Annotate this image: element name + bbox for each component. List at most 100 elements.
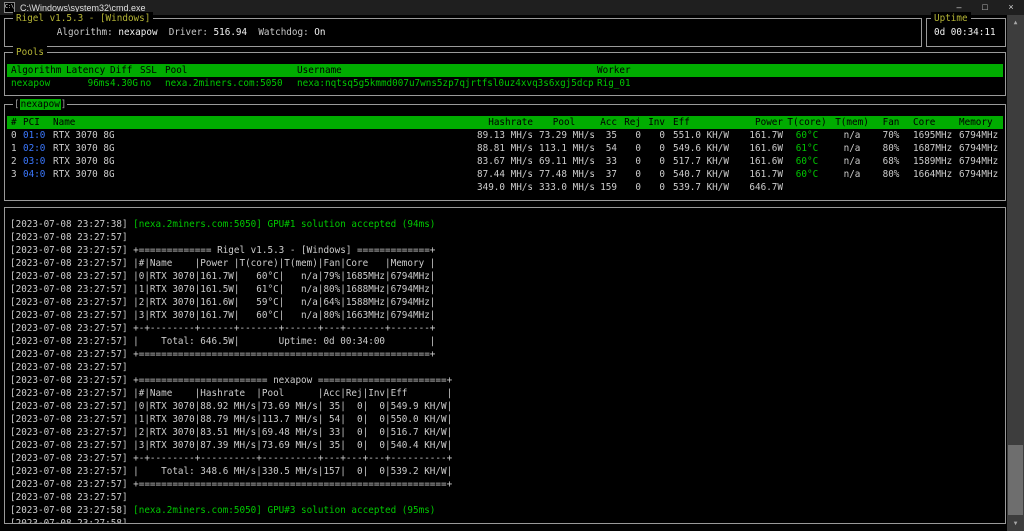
driver-label: Driver:: [158, 27, 214, 38]
log-timestamp: [2023-07-08 23:27:57]: [10, 297, 128, 308]
scroll-down-icon[interactable]: ▼: [1007, 516, 1024, 531]
gpu-cell-eff: 517.7 KH/W: [665, 155, 735, 168]
gpu-cell-core: 1589MHz: [909, 155, 955, 168]
algorithm-label: Algorithm:: [57, 27, 119, 38]
log-message: |0|RTX 3070|88.92 MH/s|73.69 MH/s| 35| 0…: [128, 401, 453, 412]
gpu-total-hashrate: 349.0 MH/s: [473, 181, 533, 194]
gpu-cell-eff: 549.6 KH/W: [665, 142, 735, 155]
log-line: [2023-07-08 23:27:57] +============= Rig…: [10, 244, 1005, 257]
gpu-total-core: [909, 181, 955, 194]
log-timestamp: [2023-07-08 23:27:57]: [10, 479, 128, 490]
log-message: |1|RTX 3070|88.79 MH/s|113.7 MH/s| 54| 0…: [128, 414, 453, 425]
log-line: [2023-07-08 23:27:57] +-+--------+------…: [10, 452, 1005, 465]
gpu-cell-memory: 6794MHz: [955, 129, 1003, 142]
gpu-col-tcore: T(core): [783, 116, 831, 129]
gpu-col-fan: Fan: [873, 116, 909, 129]
gpu-cell-memory: 6794MHz: [955, 155, 1003, 168]
gpu-col-pool: Pool: [533, 116, 595, 129]
gpu-col-pci: PCI: [23, 116, 53, 129]
gpu-cell-pool: 73.29 MH/s: [533, 129, 595, 142]
gpu-col-memory: Memory: [955, 116, 1003, 129]
terminal[interactable]: Rigel v1.5.3 - [Windows] Algorithm: nexa…: [0, 15, 1024, 531]
gpu-cell-rej: 0: [617, 142, 641, 155]
algorithm-value: nexapow: [118, 27, 157, 38]
log-timestamp: [2023-07-08 23:27:38]: [10, 219, 128, 230]
gpu-cell-eff: 540.7 KH/W: [665, 168, 735, 181]
log-message: | Total: 646.5W| Uptime: 0d 00:34:00 |: [128, 336, 436, 347]
log-line: [2023-07-08 23:27:57] | Total: 348.6 MH/…: [10, 465, 1005, 478]
scrollbar[interactable]: ▲ ▼: [1007, 15, 1024, 531]
gpu-total-tmem: [831, 181, 873, 194]
gpu-cell-rej: 0: [617, 129, 641, 142]
log-line: [2023-07-08 23:27:57] |2|RTX 3070|161.6W…: [10, 296, 1005, 309]
gpu-row: 304:0RTX 3070 8G87.44 MH/s77.48 MH/s3700…: [7, 168, 1003, 181]
log-message: |2|RTX 3070|161.6W| 59°C| n/a|64%|1588MH…: [128, 297, 436, 308]
gpu-cell-rej: 0: [617, 168, 641, 181]
log-line: [2023-07-08 23:27:57]: [10, 231, 1005, 244]
scroll-thumb[interactable]: [1008, 445, 1023, 515]
gpu-row: 001:0RTX 3070 8G89.13 MH/s73.29 MH/s3500…: [7, 129, 1003, 142]
gpu-col-core: Core: [909, 116, 955, 129]
rigel-panel-title: Rigel v1.5.3 - [Windows]: [13, 12, 153, 25]
gpu-cell-power: 161.7W: [735, 168, 783, 181]
gpu-cell-tcore: 60°C: [783, 129, 831, 142]
gpu-cell-pci: 01:0: [23, 129, 53, 142]
gpu-col-eff: Eff: [665, 116, 735, 129]
gpu-cell-inv: 0: [641, 155, 665, 168]
gpu-cell-tmem: n/a: [831, 129, 873, 142]
maximize-icon[interactable]: □: [972, 0, 998, 15]
log-timestamp: [2023-07-08 23:27:57]: [10, 362, 128, 373]
gpu-rows: 001:0RTX 3070 8G89.13 MH/s73.29 MH/s3500…: [7, 129, 1003, 181]
log-line: [2023-07-08 23:27:58]: [10, 517, 1005, 524]
log-timestamp: [2023-07-08 23:27:57]: [10, 375, 128, 386]
log-line: [2023-07-08 23:27:57] |#|Name |Hashrate …: [10, 387, 1005, 400]
gpu-cell-fan: 68%: [873, 155, 909, 168]
gpu-cell-tcore: 60°C: [783, 168, 831, 181]
gpu-col-acc: Acc: [595, 116, 617, 129]
gpu-header-row: # PCI Name Hashrate Pool Acc Rej Inv Eff…: [7, 116, 1003, 129]
log-lines: [2023-07-08 23:27:38] [nexa.2miners.com:…: [10, 218, 1005, 524]
algorithm-tab: [nexapow]: [13, 98, 67, 111]
log-line: [2023-07-08 23:27:57] |0|RTX 3070|161.7W…: [10, 270, 1005, 283]
gpu-cell-tcore: 61°C: [783, 142, 831, 155]
log-message: |#|Name |Hashrate |Pool |Acc|Rej|Inv|Eff…: [128, 388, 453, 399]
gpu-cell-inv: 0: [641, 168, 665, 181]
log-line: [2023-07-08 23:27:57] |1|RTX 3070|161.5W…: [10, 283, 1005, 296]
gpu-cell-name: RTX 3070 8G: [53, 155, 473, 168]
log-line: [2023-07-08 23:27:57] +=================…: [10, 478, 1005, 491]
gpu-cell-power: 161.6W: [735, 155, 783, 168]
gpu-cell-fan: 70%: [873, 129, 909, 142]
close-icon[interactable]: ×: [998, 0, 1024, 15]
watchdog-label: Watchdog:: [247, 27, 314, 38]
log-message: |1|RTX 3070|161.5W| 61°C| n/a|80%|1688MH…: [128, 284, 436, 295]
watchdog-value: On: [314, 27, 325, 38]
gpu-cell-memory: 6794MHz: [955, 142, 1003, 155]
log-timestamp: [2023-07-08 23:27:57]: [10, 492, 128, 503]
log-timestamp: [2023-07-08 23:27:57]: [10, 271, 128, 282]
gpu-cell-eff: 551.0 KH/W: [665, 129, 735, 142]
gpu-cell-name: RTX 3070 8G: [53, 168, 473, 181]
pool-cell-algorithm: nexapow: [11, 77, 66, 90]
pool-cell-pool: nexa.2miners.com:5050: [165, 77, 297, 90]
gpu-total-name: [53, 181, 473, 194]
log-line: [2023-07-08 23:27:57]: [10, 491, 1005, 504]
log-message: +=======================================…: [128, 479, 453, 490]
log-message: |3|RTX 3070|87.39 MH/s|73.69 MH/s| 35| 0…: [128, 440, 453, 451]
log-message: |0|RTX 3070|161.7W| 60°C| n/a|79%|1685MH…: [128, 271, 436, 282]
gpu-col-name: Name: [53, 116, 473, 129]
scroll-up-icon[interactable]: ▲: [1007, 15, 1024, 30]
log-message: +=======================================…: [128, 349, 436, 360]
gpu-cell-fan: 80%: [873, 168, 909, 181]
gpu-cell-acc: 33: [595, 155, 617, 168]
uptime-panel-title: Uptime: [931, 12, 971, 25]
pools-col-latency: Latency: [66, 64, 110, 77]
log-line: [2023-07-08 23:27:58] [nexa.2miners.com:…: [10, 504, 1005, 517]
gpu-total-tcore: [783, 181, 831, 194]
pools-col-pool: Pool: [165, 64, 297, 77]
log-timestamp: [2023-07-08 23:27:57]: [10, 466, 128, 477]
gpu-col-hashrate: Hashrate: [473, 116, 533, 129]
gpu-cell-hashrate: 89.13 MH/s: [473, 129, 533, 142]
log-line: [2023-07-08 23:27:57] | Total: 646.5W| U…: [10, 335, 1005, 348]
pools-col-algorithm: Algorithm: [11, 64, 66, 77]
gpu-total-pool: 333.0 MH/s: [533, 181, 595, 194]
